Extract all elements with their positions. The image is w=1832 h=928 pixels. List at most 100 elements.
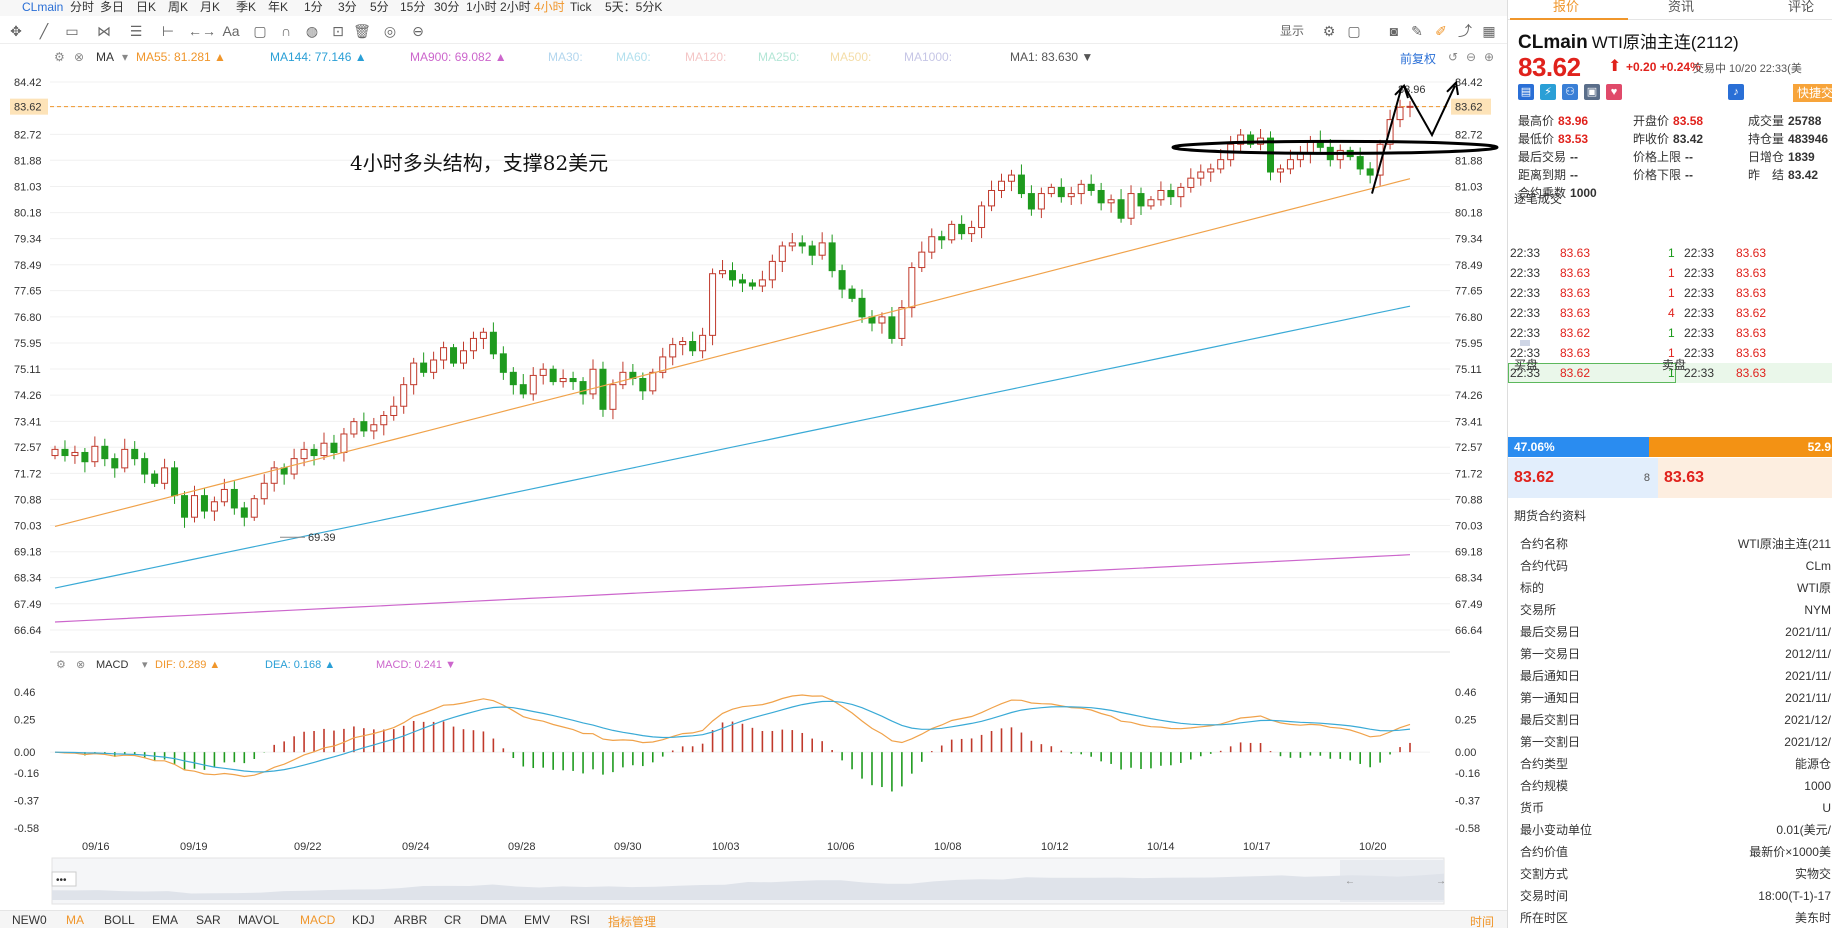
candle-body[interactable] bbox=[768, 260, 776, 281]
candle-body[interactable] bbox=[420, 362, 428, 373]
candle-body[interactable] bbox=[450, 347, 458, 364]
candle-body[interactable] bbox=[798, 242, 806, 247]
candle-body[interactable] bbox=[61, 448, 69, 457]
globe-tool-icon[interactable]: ◍ bbox=[302, 22, 322, 40]
candle-body[interactable] bbox=[1286, 159, 1294, 170]
candle-body[interactable] bbox=[609, 384, 617, 410]
candle-body[interactable] bbox=[1107, 199, 1115, 204]
camera-icon[interactable]: ◙ bbox=[1385, 22, 1403, 40]
candle-body[interactable] bbox=[818, 242, 826, 256]
candle-body[interactable] bbox=[210, 501, 218, 512]
candle-body[interactable] bbox=[410, 362, 418, 386]
period-12[interactable]: 1小时 bbox=[466, 0, 497, 14]
candle-body[interactable] bbox=[81, 451, 89, 463]
candle-body[interactable] bbox=[639, 377, 647, 392]
navigator-left-arrow-icon[interactable]: ← bbox=[1345, 876, 1355, 887]
candle-body[interactable] bbox=[669, 344, 677, 358]
candle-body[interactable] bbox=[509, 371, 517, 386]
candle-body[interactable] bbox=[459, 350, 467, 364]
pen-icon[interactable]: ✐ bbox=[1432, 22, 1450, 40]
period-3[interactable]: 周K bbox=[168, 0, 188, 14]
trade-row[interactable]: 22:33 83.63 1 22:33 83.63 bbox=[1508, 263, 1832, 283]
candle-body[interactable] bbox=[908, 267, 916, 309]
candle-body[interactable] bbox=[719, 270, 727, 275]
candle-body[interactable] bbox=[360, 421, 368, 432]
candle-body[interactable] bbox=[1167, 189, 1175, 198]
period-4[interactable]: 月K bbox=[200, 0, 220, 14]
candle-body[interactable] bbox=[758, 279, 766, 287]
candle-body[interactable] bbox=[220, 488, 228, 503]
bell-icon[interactable]: ♪ bbox=[1728, 84, 1744, 100]
candle-body[interactable] bbox=[828, 242, 836, 272]
candle-body[interactable] bbox=[280, 467, 288, 475]
candle-body[interactable] bbox=[151, 473, 159, 484]
candle-body[interactable] bbox=[1037, 193, 1045, 210]
eye-tool-icon[interactable]: ◎ bbox=[378, 22, 402, 40]
news-icon[interactable]: ▣ bbox=[1584, 84, 1600, 100]
candle-body[interactable] bbox=[948, 223, 956, 241]
period-13[interactable]: 2小时 bbox=[500, 0, 531, 14]
indicator-6[interactable]: MACD bbox=[300, 913, 335, 927]
macd-close-icon[interactable]: ⊗ bbox=[76, 659, 85, 671]
edit-icon[interactable]: ✎ bbox=[1408, 22, 1426, 40]
period-6[interactable]: 年K bbox=[268, 0, 288, 14]
candle-body[interactable] bbox=[1366, 168, 1374, 176]
scroll-handle[interactable] bbox=[1520, 340, 1530, 346]
candle-body[interactable] bbox=[1306, 140, 1314, 155]
candle-body[interactable] bbox=[1077, 183, 1085, 195]
macd-dropdown-icon[interactable]: ▾ bbox=[142, 659, 148, 671]
trade-row[interactable]: 22:33 83.63 4 22:33 83.62 bbox=[1508, 303, 1832, 323]
candle-body[interactable] bbox=[101, 445, 109, 460]
candle-body[interactable] bbox=[121, 448, 129, 469]
candle-body[interactable] bbox=[978, 205, 986, 228]
candle-body[interactable] bbox=[589, 368, 597, 395]
flag-icon[interactable]: ▤ bbox=[1518, 84, 1534, 100]
candle-body[interactable] bbox=[649, 371, 657, 392]
candle-body[interactable] bbox=[1396, 106, 1404, 121]
candle-body[interactable] bbox=[878, 316, 886, 324]
candle-body[interactable] bbox=[310, 448, 318, 457]
grid-icon[interactable]: ▦ bbox=[1480, 22, 1498, 40]
period-10[interactable]: 15分 bbox=[400, 0, 425, 14]
candle-body[interactable] bbox=[200, 495, 208, 512]
indicator-3[interactable]: EMA bbox=[152, 913, 178, 927]
candle-body[interactable] bbox=[240, 507, 248, 518]
candle-body[interactable] bbox=[320, 442, 328, 457]
candle-body[interactable] bbox=[1276, 168, 1284, 173]
candle-body[interactable] bbox=[988, 189, 996, 207]
rect-tool-icon[interactable]: ▭ bbox=[60, 22, 84, 40]
candle-body[interactable] bbox=[131, 448, 139, 460]
candle-body[interactable] bbox=[709, 273, 717, 336]
candle-body[interactable] bbox=[171, 467, 179, 497]
candle-body[interactable] bbox=[848, 288, 856, 299]
candle-body[interactable] bbox=[788, 242, 796, 247]
candle-body[interactable] bbox=[1187, 177, 1195, 188]
candle-body[interactable] bbox=[440, 347, 448, 361]
period-9[interactable]: 5分 bbox=[370, 0, 389, 14]
candle-body[interactable] bbox=[938, 236, 946, 241]
macd-label[interactable]: MACD bbox=[96, 659, 128, 671]
candle-body[interactable] bbox=[499, 353, 507, 373]
text-tool-icon[interactable]: Aa bbox=[220, 22, 242, 40]
candle-body[interactable] bbox=[1336, 149, 1344, 161]
candle-body[interactable] bbox=[141, 458, 149, 475]
period-0[interactable]: 分时 bbox=[70, 0, 94, 14]
period-2[interactable]: 日K bbox=[136, 0, 156, 14]
candle-body[interactable] bbox=[808, 245, 816, 256]
indicator-4[interactable]: SAR bbox=[196, 913, 221, 927]
candle-body[interactable] bbox=[529, 374, 537, 395]
period-15[interactable]: Tick bbox=[570, 0, 592, 14]
candle-body[interactable] bbox=[838, 270, 846, 290]
arrow-tool-icon[interactable]: ←→ bbox=[188, 22, 216, 40]
indicator-7[interactable]: KDJ bbox=[352, 913, 375, 927]
period-5[interactable]: 季K bbox=[236, 0, 256, 14]
candle-body[interactable] bbox=[350, 421, 358, 435]
candle-body[interactable] bbox=[778, 245, 786, 262]
indicator-0[interactable]: NEW0 bbox=[12, 913, 47, 927]
period-16[interactable]: 5天：5分K bbox=[605, 0, 662, 14]
candle-body[interactable] bbox=[928, 236, 936, 253]
candle-body[interactable] bbox=[539, 368, 547, 376]
display-menu[interactable]: 显示 bbox=[1274, 22, 1310, 40]
candle-body[interactable] bbox=[1137, 193, 1145, 207]
navigator-right-arrow-icon[interactable]: → bbox=[1436, 876, 1446, 887]
